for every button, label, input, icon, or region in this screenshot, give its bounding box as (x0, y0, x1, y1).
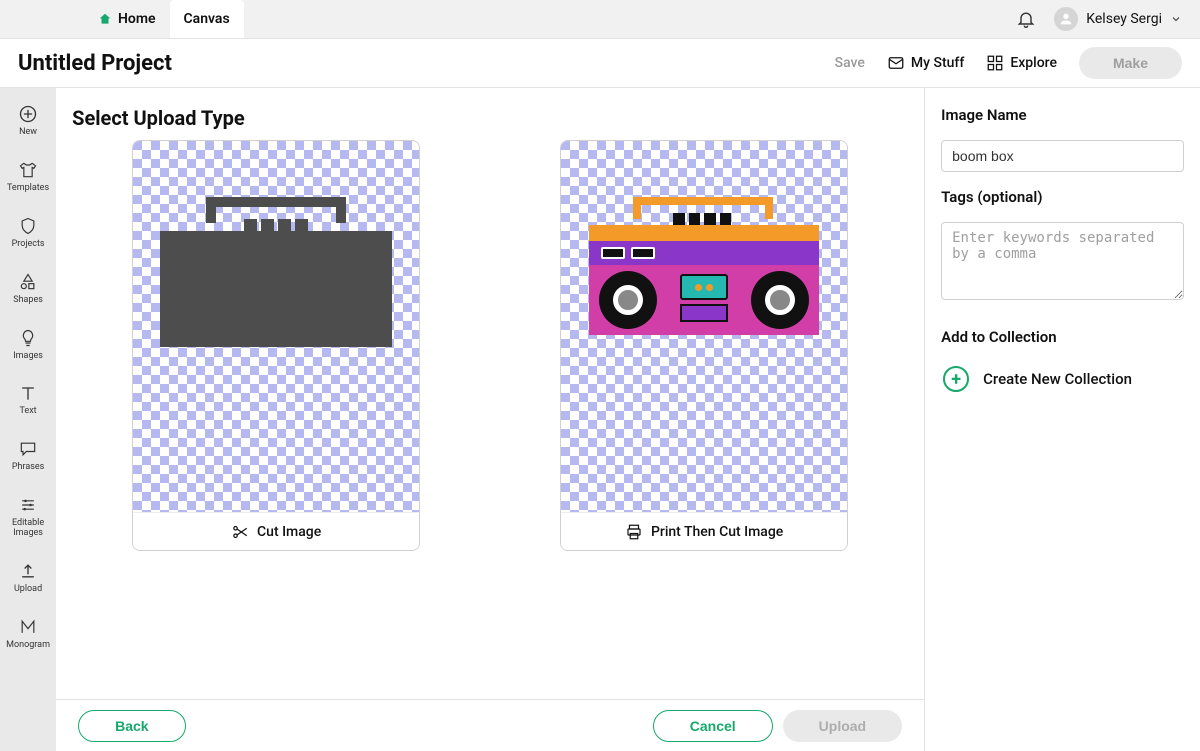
canvas-area: Select Upload Type Cut Image (56, 88, 925, 751)
sidebar-label: Shapes (13, 296, 43, 306)
footer: Back Cancel Upload (56, 699, 924, 751)
tab-canvas-label: Canvas (184, 11, 230, 27)
canvas-heading: Select Upload Type (56, 88, 924, 140)
plus-icon: + (943, 366, 969, 392)
home-logo-icon (98, 12, 112, 26)
sidebar-label: Images (13, 352, 43, 362)
footer-right: Cancel Upload (653, 710, 902, 742)
option-caption-label: Print Then Cut Image (651, 524, 783, 540)
shirt-icon (18, 160, 38, 180)
option-caption-label: Cut Image (257, 524, 321, 540)
avatar-icon (1054, 7, 1078, 31)
chat-icon (18, 439, 38, 459)
sidebar-item-new[interactable]: New (0, 100, 56, 142)
text-icon (18, 383, 38, 403)
sidebar-item-phrases[interactable]: Phrases (0, 435, 56, 477)
image-name-label: Image Name (941, 106, 1184, 124)
mystuff-link[interactable]: My Stuff (887, 54, 964, 72)
upload-type-options: Cut Image (56, 140, 924, 551)
option-cut-image[interactable]: Cut Image (132, 140, 420, 551)
printer-icon (625, 523, 643, 541)
sidebar-label: Monogram (6, 641, 50, 651)
right-panel: Image Name Tags (optional) Add to Collec… (925, 88, 1200, 751)
image-name-input[interactable] (941, 140, 1184, 172)
header-actions: Save My Stuff Explore Make (835, 47, 1182, 79)
sidebar-item-templates[interactable]: Templates (0, 156, 56, 198)
shield-icon (18, 216, 38, 236)
shapes-icon (18, 272, 38, 292)
option-preview (133, 141, 419, 512)
sidebar-label: Upload (14, 585, 42, 595)
grid-icon (986, 54, 1004, 72)
sidebar-label: Templates (7, 184, 49, 194)
option-print-then-cut[interactable]: Print Then Cut Image (560, 140, 848, 551)
scissors-icon (231, 523, 249, 541)
create-collection-label: Create New Collection (983, 370, 1132, 388)
header-bar: Untitled Project Save My Stuff Explore M… (0, 39, 1200, 88)
lightbulb-icon (18, 328, 38, 348)
boombox-silhouette-image (160, 197, 392, 347)
sliders-icon (18, 495, 38, 515)
project-title[interactable]: Untitled Project (18, 51, 172, 76)
sidebar-label: Editable Images (0, 519, 56, 539)
sidebar-item-editable-images[interactable]: Editable Images (0, 491, 56, 543)
tab-canvas[interactable]: Canvas (170, 0, 244, 38)
make-button: Make (1079, 47, 1182, 79)
tab-home-label: Home (118, 11, 156, 27)
sidebar-item-upload[interactable]: Upload (0, 557, 56, 599)
tags-input[interactable] (941, 222, 1184, 300)
left-sidebar: New Templates Projects Shapes Images Tex… (0, 88, 56, 751)
upload-icon (18, 561, 38, 581)
sidebar-label: Text (20, 407, 37, 417)
user-name: Kelsey Sergi (1086, 11, 1162, 27)
save-link: Save (835, 55, 865, 71)
plus-circle-icon (18, 104, 38, 124)
option-caption: Print Then Cut Image (561, 512, 847, 550)
main: New Templates Projects Shapes Images Tex… (0, 88, 1200, 751)
sidebar-item-shapes[interactable]: Shapes (0, 268, 56, 310)
chevron-down-icon (1170, 13, 1182, 25)
user-menu[interactable]: Kelsey Sergi (1054, 7, 1182, 31)
create-collection-button[interactable]: + Create New Collection (941, 362, 1184, 396)
explore-link[interactable]: Explore (986, 54, 1057, 72)
sidebar-label: Phrases (12, 463, 44, 473)
option-caption: Cut Image (133, 512, 419, 550)
top-nav-right: Kelsey Sergi (1016, 0, 1200, 38)
top-nav: Home Canvas Kelsey Sergi (0, 0, 1200, 39)
boombox-color-image (589, 197, 819, 335)
sidebar-item-monogram[interactable]: Monogram (0, 613, 56, 655)
cancel-button[interactable]: Cancel (653, 710, 773, 742)
tags-label: Tags (optional) (941, 188, 1184, 206)
envelope-icon (887, 54, 905, 72)
sidebar-item-images[interactable]: Images (0, 324, 56, 366)
monogram-icon (18, 617, 38, 637)
top-nav-tabs: Home Canvas (0, 0, 244, 38)
sidebar-label: Projects (12, 240, 45, 250)
mystuff-label: My Stuff (911, 55, 964, 71)
tab-home[interactable]: Home (84, 0, 170, 38)
explore-label: Explore (1010, 55, 1057, 71)
back-button[interactable]: Back (78, 710, 185, 742)
add-to-collection-label: Add to Collection (941, 328, 1184, 346)
sidebar-item-text[interactable]: Text (0, 379, 56, 421)
upload-button: Upload (783, 710, 902, 742)
notifications-icon[interactable] (1016, 9, 1036, 29)
sidebar-item-projects[interactable]: Projects (0, 212, 56, 254)
option-preview (561, 141, 847, 512)
sidebar-label: New (19, 128, 37, 138)
